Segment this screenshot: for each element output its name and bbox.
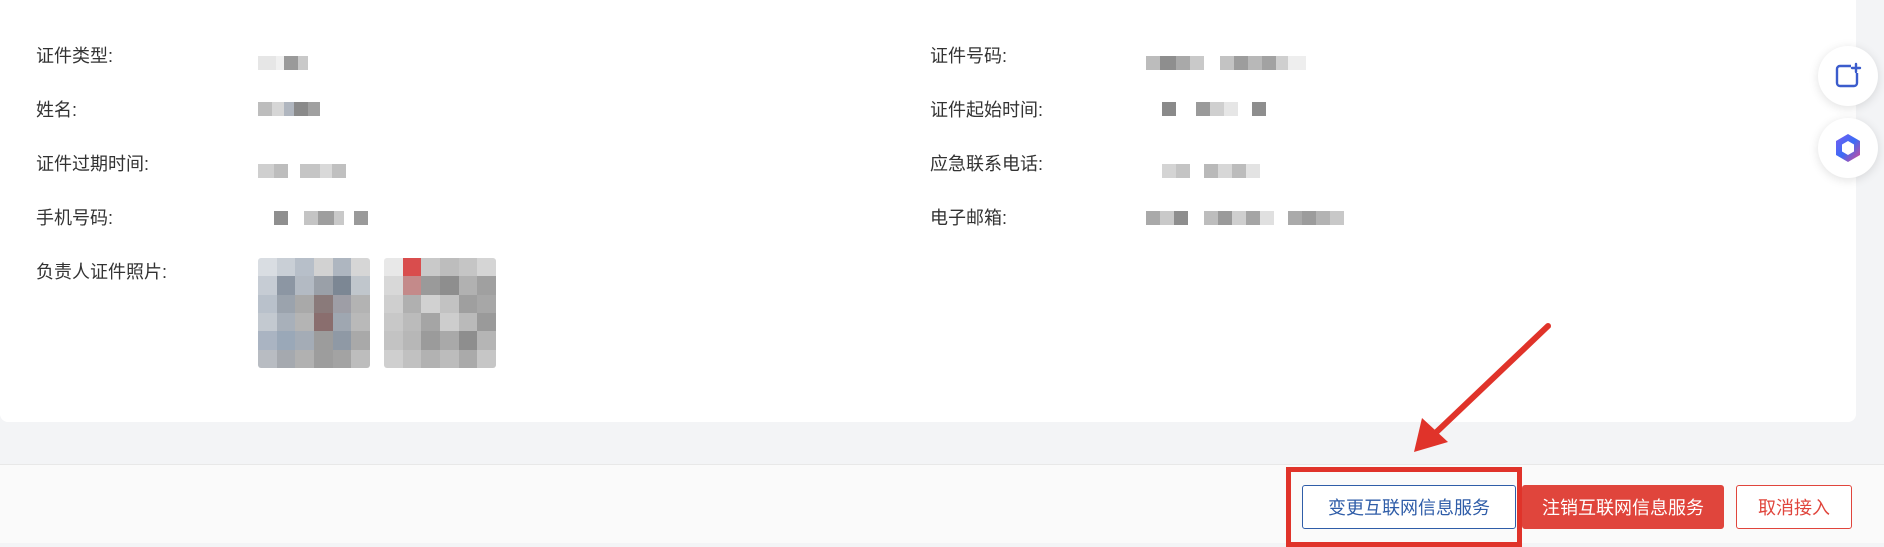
change-internet-service-button[interactable]: 变更互联网信息服务 xyxy=(1302,485,1516,529)
start-time-label: 证件起始时间: xyxy=(930,100,1044,120)
name-value-redacted xyxy=(258,102,320,116)
emergency-phone-value-redacted xyxy=(1162,164,1260,178)
start-time-row: 证件起始时间: xyxy=(930,94,1043,124)
id-photo-front[interactable] xyxy=(258,258,370,368)
email-label: 电子邮箱: xyxy=(930,208,1008,228)
id-type-value-redacted xyxy=(258,56,308,70)
email-value-redacted xyxy=(1146,211,1344,225)
cancel-internet-service-button[interactable]: 注销互联网信息服务 xyxy=(1522,485,1724,529)
expiry-value-redacted xyxy=(258,164,346,178)
id-number-value-redacted xyxy=(1146,56,1306,70)
id-type-row: 证件类型: xyxy=(36,40,113,70)
add-note-button[interactable] xyxy=(1818,46,1878,106)
phone-value-redacted xyxy=(274,211,368,225)
phone-row: 手机号码: xyxy=(36,202,113,232)
start-time-value-redacted xyxy=(1162,102,1266,116)
hexagon-logo-icon xyxy=(1836,134,1860,162)
cancel-access-button[interactable]: 取消接入 xyxy=(1736,485,1852,529)
id-photo-back[interactable] xyxy=(384,258,496,368)
info-card: 证件类型: 姓名: 证件过期时间: 手机号码: 负责人证件照片: 证件号码: 证… xyxy=(0,0,1856,422)
phone-label: 手机号码: xyxy=(36,208,114,228)
assistant-logo-button[interactable] xyxy=(1818,118,1878,178)
expiry-row: 证件过期时间: xyxy=(36,148,149,178)
id-type-label: 证件类型: xyxy=(36,46,114,66)
email-row: 电子邮箱: xyxy=(930,202,1007,232)
id-number-row: 证件号码: xyxy=(930,40,1007,70)
expiry-label: 证件过期时间: xyxy=(36,154,150,174)
emergency-phone-label: 应急联系电话: xyxy=(930,154,1044,174)
name-label: 姓名: xyxy=(36,100,78,120)
add-note-icon xyxy=(1835,62,1862,88)
name-row: 姓名: xyxy=(36,94,77,124)
id-number-label: 证件号码: xyxy=(930,46,1008,66)
photo-label: 负责人证件照片: xyxy=(36,262,168,282)
photo-row: 负责人证件照片: xyxy=(36,256,167,286)
emergency-phone-row: 应急联系电话: xyxy=(930,148,1043,178)
annotation-arrow-icon xyxy=(1414,323,1551,452)
